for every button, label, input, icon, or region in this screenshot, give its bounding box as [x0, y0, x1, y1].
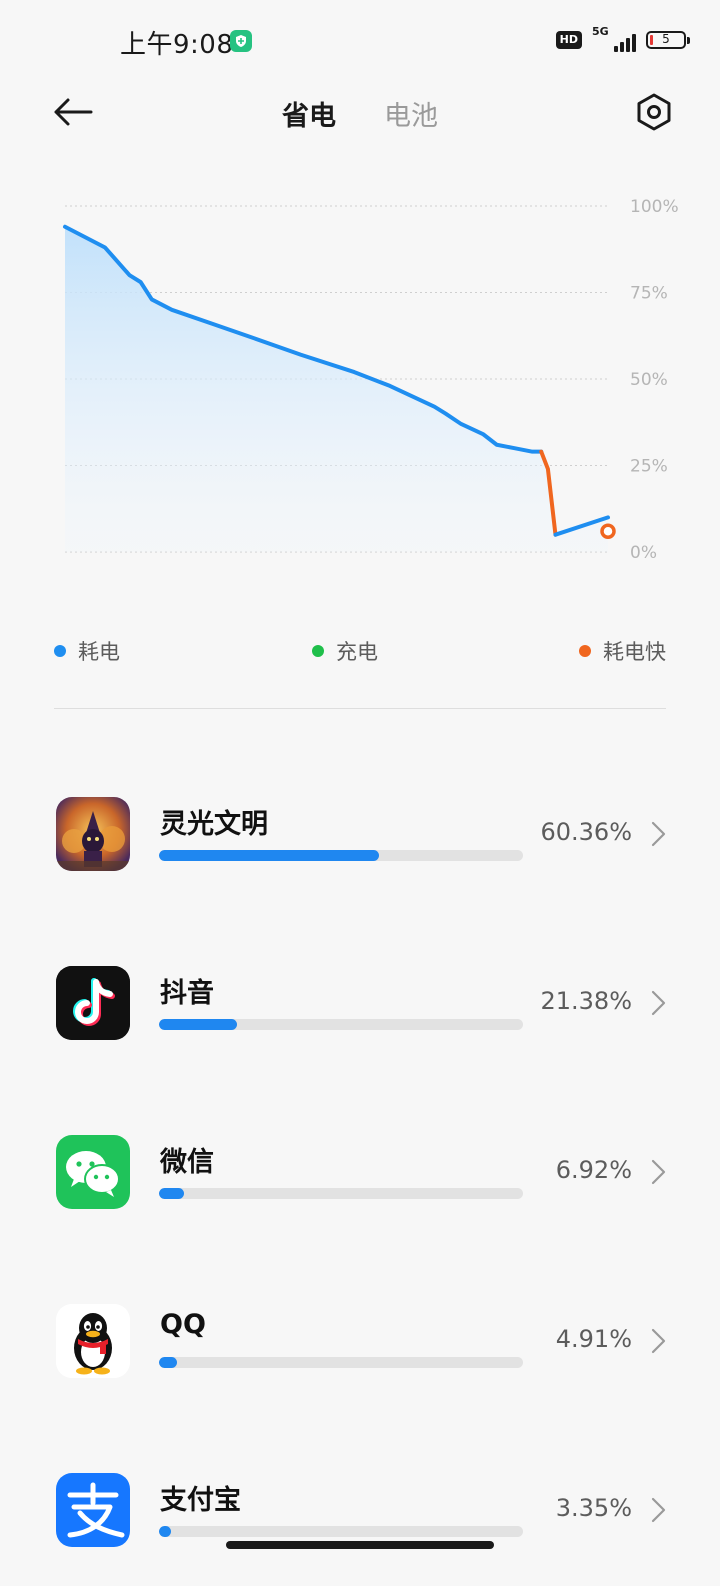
current-level-marker: [600, 523, 616, 539]
status-bar: 上午9:08 HD 5G 5: [0, 0, 720, 80]
app-percent: 21.38%: [540, 987, 632, 1015]
legend-item-fast-drain: 耗电快: [579, 636, 666, 666]
battery-area-fill: [65, 226, 608, 552]
chevron-right-icon: [651, 1497, 666, 1523]
legend-item-charging: 充电: [312, 636, 378, 666]
shield-icon: [230, 30, 252, 52]
legend-dot: [579, 645, 591, 657]
legend-dot: [54, 645, 66, 657]
usage-bar-fill: [159, 1357, 177, 1368]
app-name: 灵光文明: [160, 809, 268, 840]
signal-icon: 5G: [592, 25, 636, 52]
app-row-linguang[interactable]: 灵光文明 60.36%: [0, 760, 720, 910]
usage-bar: [159, 1188, 523, 1199]
battery-level: 5: [662, 32, 670, 46]
legend-dot: [312, 645, 324, 657]
divider: [54, 708, 666, 709]
home-indicator[interactable]: [226, 1541, 494, 1549]
chart-legend: 耗电 充电 耗电快: [54, 636, 666, 670]
qq-penguin-icon: [56, 1304, 130, 1378]
status-indicators: HD 5G 5: [555, 25, 690, 52]
legend-label: 耗电: [78, 640, 120, 664]
app-percent: 6.92%: [555, 1156, 632, 1184]
chevron-right-icon: [651, 990, 666, 1016]
battery-chart-svg: 100% 75% 50% 25% 0%: [63, 197, 679, 563]
app-percent: 60.36%: [540, 818, 632, 846]
app-row-wechat[interactable]: 微信 6.92%: [0, 1098, 720, 1248]
tiktok-note-icon: [56, 966, 130, 1040]
wechat-bubbles-icon: [56, 1135, 130, 1209]
chevron-right-icon: [651, 1159, 666, 1185]
app-row-qq[interactable]: QQ 4.91%: [0, 1267, 720, 1417]
network-type: 5G: [592, 25, 609, 38]
y-tick-label: 75%: [630, 284, 668, 304]
legend-label: 充电: [336, 640, 378, 664]
y-tick-label: 25%: [630, 457, 668, 477]
app-name: 微信: [160, 1147, 214, 1178]
chevron-right-icon: [651, 1328, 666, 1354]
battery-chart: 100% 75% 50% 25% 0%: [0, 180, 720, 580]
app-percent: 4.91%: [555, 1325, 632, 1353]
legend-item-consumption: 耗电: [54, 636, 120, 666]
app-row-alipay[interactable]: 支付宝 3.35%: [0, 1436, 720, 1586]
chevron-right-icon: [651, 821, 666, 847]
header: 省电 电池: [0, 80, 720, 144]
y-tick-label: 0%: [630, 543, 657, 563]
tab-bar: 省电 电池: [0, 94, 720, 133]
usage-bar: [159, 1019, 523, 1030]
app-row-douyin[interactable]: 抖音 21.38%: [0, 929, 720, 1079]
app-percent: 3.35%: [555, 1494, 632, 1522]
game-character-icon: [56, 797, 130, 871]
app-name: QQ: [160, 1309, 206, 1340]
status-time: 上午9:08: [120, 30, 234, 60]
app-name: 支付宝: [160, 1485, 241, 1516]
legend-label: 耗电快: [603, 640, 666, 664]
y-tick-label: 100%: [630, 197, 679, 217]
gear-icon: [637, 93, 671, 131]
settings-button[interactable]: [632, 90, 676, 134]
usage-bar-fill: [159, 1188, 185, 1199]
usage-bar-fill: [159, 1526, 172, 1537]
app-name: 抖音: [160, 978, 214, 1009]
hd-badge: HD: [555, 31, 582, 49]
usage-bar-fill: [159, 850, 379, 861]
tab-battery[interactable]: 电池: [384, 94, 438, 133]
y-tick-label: 50%: [630, 370, 668, 390]
alipay-icon: [56, 1473, 130, 1547]
usage-bar: [159, 1357, 523, 1368]
usage-bar-fill: [159, 1019, 237, 1030]
usage-bar: [159, 850, 523, 861]
battery-icon: 5: [646, 31, 690, 49]
usage-bar: [159, 1526, 523, 1537]
tab-power-saving[interactable]: 省电: [282, 94, 336, 133]
